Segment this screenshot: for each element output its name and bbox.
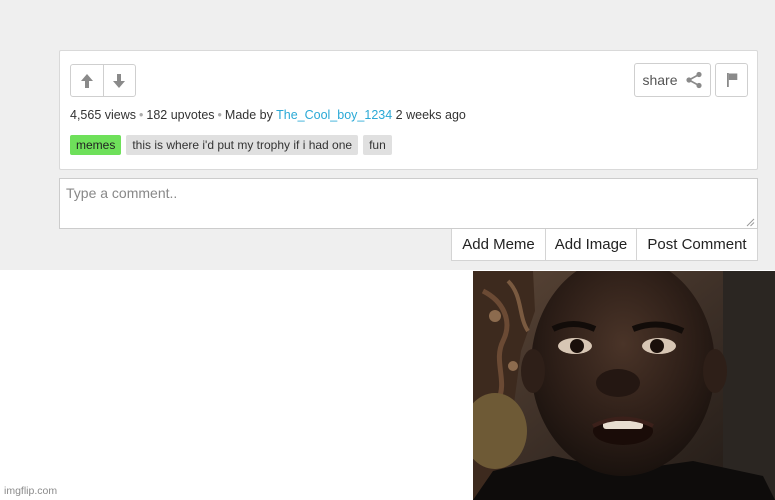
arrow-down-icon — [113, 73, 126, 88]
post-meta: 4,565 views • 182 upvotes • Made by The_Cool… — [70, 108, 466, 122]
view-count: 4,565 views — [70, 108, 137, 122]
post-info-panel: share 4,565 views • 182 upvotes • Made by Th… — [59, 50, 758, 170]
reaction-photo — [473, 271, 775, 500]
add-image-button[interactable]: Add Image — [545, 229, 636, 260]
tag-list: memes this is where i'd put my trophy if… — [70, 135, 392, 155]
watermark: imgflip.com — [4, 485, 58, 497]
separator-dot: • — [217, 108, 222, 122]
reaction-face-image — [473, 271, 775, 500]
upvote-button[interactable] — [71, 65, 103, 96]
tag-memes[interactable]: memes — [70, 135, 122, 155]
upvote-count: 182 upvotes — [146, 108, 215, 122]
author-link[interactable]: The_Cool_boy_1234 — [276, 108, 392, 122]
flag-icon — [726, 73, 737, 87]
share-icon — [685, 71, 702, 89]
tag-trophy[interactable]: this is where i'd put my trophy if i had… — [126, 135, 359, 155]
share-button[interactable]: share — [634, 63, 711, 97]
downvote-button[interactable] — [102, 65, 136, 96]
post-screenshot: share 4,565 views • 182 upvotes • Made by Th… — [0, 0, 775, 270]
comment-input[interactable] — [59, 178, 758, 229]
resize-grip-icon[interactable] — [746, 218, 755, 227]
made-by-label: Made by — [224, 108, 273, 122]
post-time: 2 weeks ago — [395, 108, 466, 122]
vote-buttons — [70, 64, 136, 97]
flag-button[interactable] — [715, 63, 748, 97]
separator-dot: • — [139, 108, 144, 122]
share-label: share — [642, 72, 678, 88]
add-meme-button[interactable]: Add Meme — [452, 229, 545, 260]
post-comment-button[interactable]: Post Comment — [636, 229, 757, 260]
arrow-up-icon — [80, 73, 93, 88]
comment-actions: Add Meme Add Image Post Comment — [451, 229, 758, 261]
tag-fun[interactable]: fun — [363, 135, 392, 155]
